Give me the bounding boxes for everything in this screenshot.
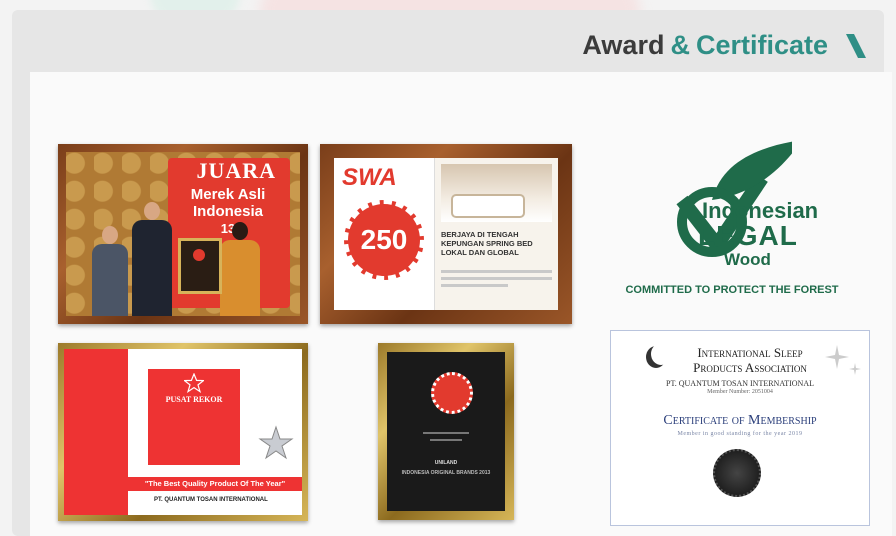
legal-tagline: COMMITTED TO PROTECT THE FOREST [625, 284, 839, 296]
award-juara-frame: JUARA Merek Asli Indonesia 13 [58, 144, 308, 324]
rekor-quote: "The Best Quality Product Of The Year" [128, 477, 302, 491]
trophy-star-icon [258, 425, 294, 460]
header-word-certificate: Certificate [695, 30, 828, 60]
rekor-certificate: PUSAT REKOR [148, 369, 240, 465]
held-plaque [178, 238, 222, 294]
rekor-side-panel [64, 349, 128, 515]
plaque-text: INDONESIA ORIGINAL BRANDS 2013 [401, 470, 491, 476]
header-ampersand: & [670, 30, 690, 60]
swa-headline: BERJAYA DI TENGAH KEPUNGAN SPRING BED LO… [441, 230, 533, 257]
ispa-standing-line: Member in good standing for the year 201… [677, 431, 803, 437]
magazine-text-lines [441, 270, 552, 291]
plaque-text-lines [407, 432, 485, 446]
juara-title: JUARA [196, 158, 276, 183]
swa-250-badge: 250 [344, 200, 424, 280]
ispa-certificate: International Sleep Products Association … [610, 330, 870, 526]
section-header: Award & Certificate [582, 30, 868, 61]
star-icon [184, 373, 204, 393]
ispa-org-name: International Sleep Products Association [693, 345, 807, 375]
legal-word-wood: Wood [724, 250, 771, 269]
award-pusat-rekor-frame: PUSAT REKOR "The Best Quality Product Of… [58, 343, 308, 521]
slash-icon [846, 33, 866, 58]
award-swa-frame: SWA 250 BERJAYA DI TENGAH KEPUNGAN SPRIN… [320, 144, 572, 324]
ispa-title: Certificate of Membership [663, 413, 817, 428]
rekor-title: PUSAT REKOR [165, 395, 223, 404]
plaque-logo [431, 372, 473, 414]
swa-logo: SWA [342, 164, 397, 191]
person-2 [132, 202, 172, 316]
person-3 [220, 222, 260, 316]
ispa-member-number: Member Number: 2051004 [707, 389, 773, 395]
award-plaque-frame: UNILAND INDONESIA ORIGINAL BRANDS 2013 [378, 343, 514, 520]
person-1 [92, 226, 128, 316]
sparkle-icon [825, 345, 861, 375]
legal-word-legal: LEGAL [698, 220, 798, 251]
moon-icon [651, 343, 671, 365]
ispa-seal [713, 449, 761, 497]
bed-photo [441, 164, 552, 222]
legal-wood-logo: Indonesian LEGAL Wood COMMITTED TO PROTE… [612, 140, 852, 300]
plaque-brand: UNILAND [434, 460, 458, 466]
ispa-company: PT. QUANTUM TOSAN INTERNATIONAL [666, 379, 814, 388]
rekor-company: PT. QUANTUM TOSAN INTERNATIONAL [154, 497, 268, 503]
header-word-award: Award [582, 30, 665, 60]
